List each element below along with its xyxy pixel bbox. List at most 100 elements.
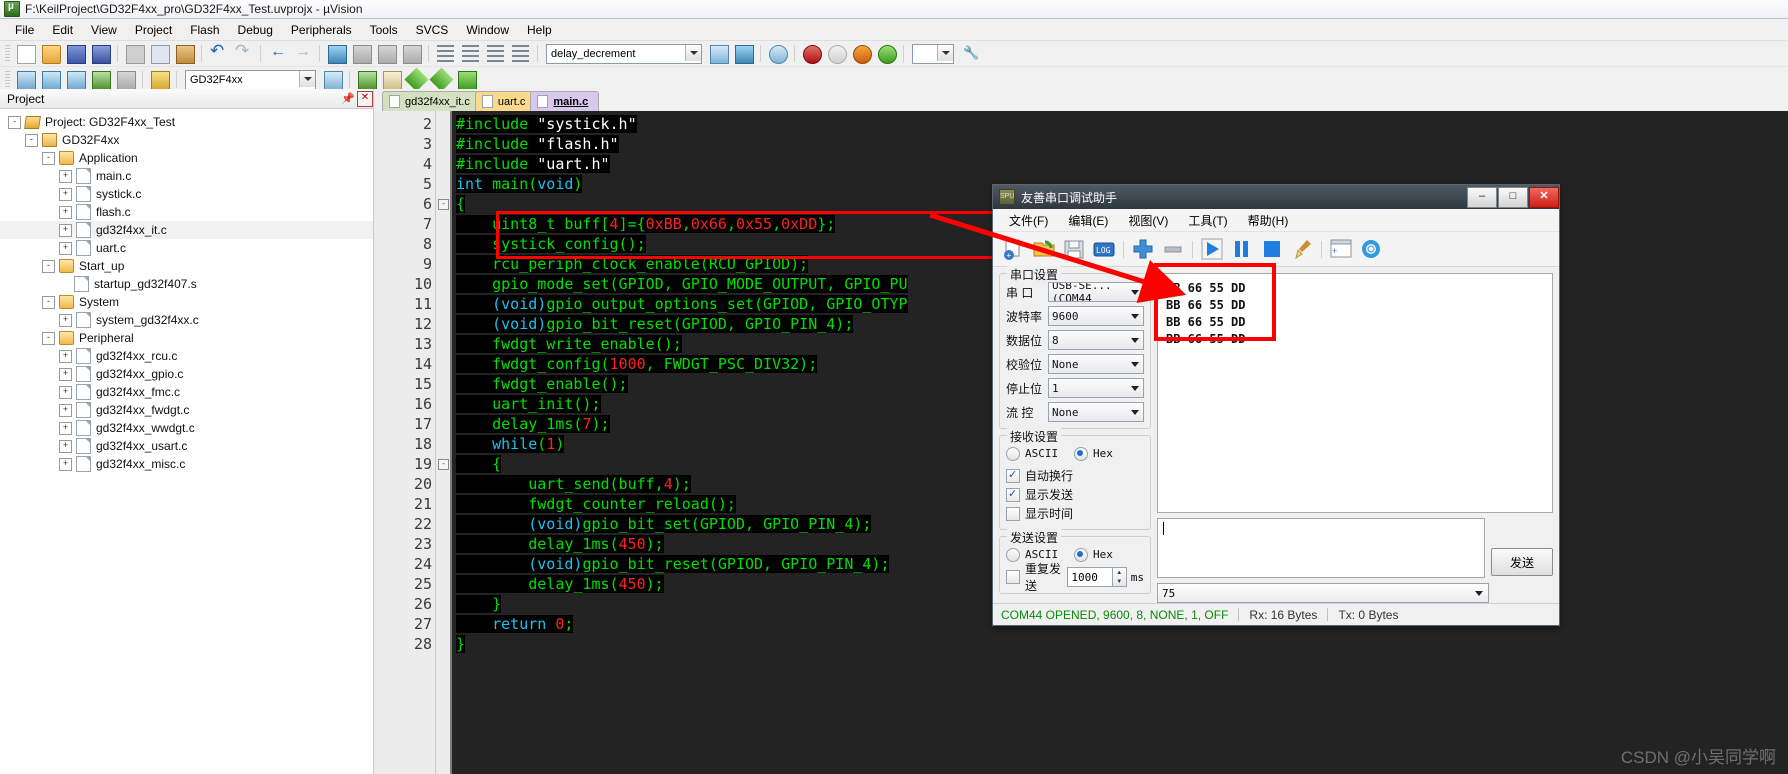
send-history-combo[interactable]: 75 bbox=[1157, 583, 1489, 603]
recv-showsend-checkbox[interactable]: 显示发送 bbox=[1006, 485, 1144, 504]
chevron-down-icon[interactable] bbox=[937, 44, 953, 61]
settings-gear-icon[interactable] bbox=[1358, 236, 1384, 262]
tree-item[interactable]: - Application bbox=[0, 149, 373, 167]
menu-help[interactable]: Help bbox=[518, 21, 561, 39]
outdent-icon[interactable] bbox=[459, 42, 482, 65]
green-diamond2-icon[interactable] bbox=[429, 67, 454, 92]
new-session-icon[interactable]: + bbox=[1001, 236, 1027, 262]
tree-item[interactable]: + gd32f4xx_wwdgt.c bbox=[0, 419, 373, 437]
bookmark-clear-icon[interactable] bbox=[400, 42, 423, 65]
tree-item[interactable]: - GD32F4xx bbox=[0, 131, 373, 149]
maximize-button[interactable]: □ bbox=[1498, 186, 1528, 208]
debug-run-icon[interactable] bbox=[875, 42, 898, 65]
function-combo[interactable]: delay_decrement bbox=[546, 43, 702, 64]
code-fold-toggle[interactable]: - bbox=[438, 459, 449, 470]
recv-autowrap-checkbox[interactable]: 自动换行 bbox=[1006, 466, 1144, 485]
bookmark-prev-icon[interactable] bbox=[350, 42, 373, 65]
repeat-interval-input[interactable]: 1000 bbox=[1067, 567, 1113, 587]
tab-uart-c[interactable]: uart.c bbox=[474, 91, 537, 111]
green-diamond-icon[interactable] bbox=[404, 67, 429, 92]
comment-icon[interactable] bbox=[484, 42, 507, 65]
collapse-icon[interactable]: - bbox=[8, 115, 21, 129]
flowcontrol-select[interactable]: None bbox=[1048, 402, 1144, 422]
menu-file[interactable]: File bbox=[6, 21, 43, 39]
toolbar-grip[interactable] bbox=[5, 70, 10, 89]
stopbits-select[interactable]: 1 bbox=[1048, 378, 1144, 398]
expand-icon[interactable]: + bbox=[59, 367, 72, 381]
serial-menu-edit[interactable]: 编辑(E) bbox=[1058, 212, 1118, 229]
recv-ascii-radio[interactable]: ASCII bbox=[1006, 444, 1074, 463]
port-select[interactable]: USB-SE... (COM44 bbox=[1048, 282, 1144, 302]
uncomment-icon[interactable] bbox=[509, 42, 532, 65]
tree-item[interactable]: + systick.c bbox=[0, 185, 373, 203]
tree-item[interactable]: - Project: GD32F4xx_Test bbox=[0, 113, 373, 131]
recv-showtime-checkbox[interactable]: 显示时间 bbox=[1006, 504, 1144, 523]
bookmark-next-icon[interactable] bbox=[375, 42, 398, 65]
send-button[interactable]: 发送 bbox=[1491, 548, 1553, 576]
receive-data-area[interactable]: BB 66 55 DD BB 66 55 DD BB 66 55 DD BB 66 5… bbox=[1157, 273, 1553, 513]
tree-item[interactable]: + gd32f4xx_it.c bbox=[0, 221, 373, 239]
tree-item[interactable]: + gd32f4xx_fwdgt.c bbox=[0, 401, 373, 419]
cut-icon[interactable] bbox=[123, 42, 146, 65]
collapse-icon[interactable]: - bbox=[42, 295, 55, 309]
tree-item[interactable]: + gd32f4xx_fmc.c bbox=[0, 383, 373, 401]
tab-main-c[interactable]: main.c bbox=[530, 91, 600, 111]
rebuild-icon[interactable] bbox=[64, 68, 87, 91]
project-tree[interactable]: - Project: GD32F4xx_Test - GD32F4xx - Applica… bbox=[0, 109, 373, 774]
copy-icon[interactable] bbox=[148, 42, 171, 65]
menu-svcs[interactable]: SVCS bbox=[407, 21, 458, 39]
tree-item[interactable]: + gd32f4xx_usart.c bbox=[0, 437, 373, 455]
send-input[interactable] bbox=[1157, 518, 1485, 578]
expand-icon[interactable]: + bbox=[59, 385, 72, 399]
databits-select[interactable]: 8 bbox=[1048, 330, 1144, 350]
menu-debug[interactable]: Debug bbox=[229, 21, 282, 39]
translate-icon[interactable] bbox=[14, 68, 37, 91]
bookmark-toggle-icon[interactable] bbox=[325, 42, 348, 65]
collapse-icon[interactable]: - bbox=[25, 133, 38, 147]
tree-item[interactable]: - System bbox=[0, 293, 373, 311]
undo-icon[interactable] bbox=[207, 41, 230, 65]
collapse-icon[interactable]: - bbox=[42, 331, 55, 345]
expand-icon[interactable]: + bbox=[59, 457, 72, 471]
search-icon[interactable] bbox=[766, 42, 789, 65]
clear-broom-icon[interactable] bbox=[1289, 236, 1315, 262]
tree-item[interactable]: + system_gd32f4xx.c bbox=[0, 311, 373, 329]
pause-icon[interactable] bbox=[1229, 236, 1255, 262]
menu-tools[interactable]: Tools bbox=[361, 21, 407, 39]
pin-icon[interactable]: 📌 bbox=[341, 92, 355, 106]
save-all-icon[interactable] bbox=[89, 42, 112, 65]
redo-icon[interactable] bbox=[232, 41, 255, 65]
tree-item[interactable]: - Peripheral bbox=[0, 329, 373, 347]
repeat-interval-stepper[interactable]: ▲ ▼ bbox=[1111, 567, 1127, 587]
expand-icon[interactable]: + bbox=[59, 241, 72, 255]
save-icon[interactable] bbox=[64, 42, 87, 65]
send-hex-radio[interactable]: Hex bbox=[1074, 545, 1113, 564]
tree-item[interactable]: + gd32f4xx_gpio.c bbox=[0, 365, 373, 383]
navigate-back-icon[interactable] bbox=[266, 42, 289, 65]
expand-icon[interactable]: + bbox=[59, 313, 72, 327]
serial-menu-file[interactable]: 文件(F) bbox=[999, 212, 1058, 229]
new-file-icon[interactable] bbox=[14, 42, 37, 65]
menu-project[interactable]: Project bbox=[126, 21, 181, 39]
code-fold-toggle[interactable]: - bbox=[438, 199, 449, 210]
stop-icon[interactable] bbox=[1259, 236, 1285, 262]
menu-peripherals[interactable]: Peripherals bbox=[282, 21, 361, 39]
play-icon[interactable] bbox=[1199, 236, 1225, 262]
log-icon[interactable]: LOG bbox=[1091, 236, 1117, 262]
navigate-forward-icon[interactable] bbox=[291, 42, 314, 65]
tree-item[interactable]: + gd32f4xx_rcu.c bbox=[0, 347, 373, 365]
remove-icon[interactable] bbox=[1160, 236, 1186, 262]
parity-select[interactable]: None bbox=[1048, 354, 1144, 374]
menu-flash[interactable]: Flash bbox=[181, 21, 228, 39]
magic-wand-icon[interactable] bbox=[321, 68, 344, 91]
serial-menu-tools[interactable]: 工具(T) bbox=[1178, 212, 1237, 229]
debug-stop-icon[interactable] bbox=[825, 42, 848, 65]
collapse-icon[interactable]: - bbox=[42, 259, 55, 273]
expand-icon[interactable]: + bbox=[59, 403, 72, 417]
toolbar-grip[interactable] bbox=[5, 44, 10, 63]
code-fold-column[interactable]: -- bbox=[436, 111, 452, 774]
debug-reset-icon[interactable] bbox=[850, 42, 873, 65]
minimize-button[interactable]: – bbox=[1467, 186, 1497, 208]
build-icon[interactable] bbox=[39, 68, 62, 91]
recv-hex-radio[interactable]: Hex bbox=[1074, 444, 1113, 463]
